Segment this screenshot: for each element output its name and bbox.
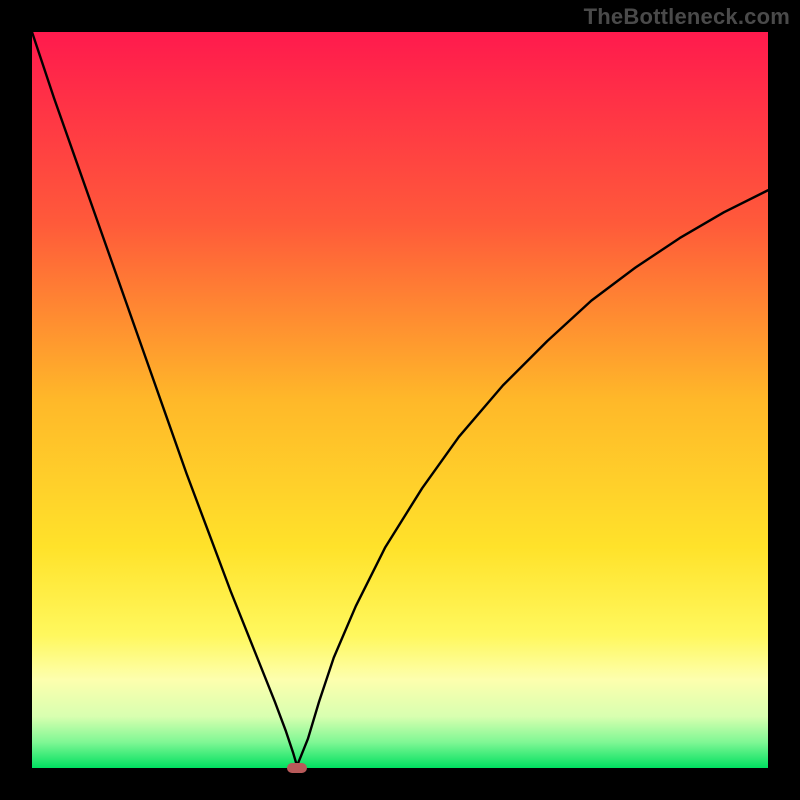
plot-background [32,32,768,768]
outer-frame: TheBottleneck.com [0,0,800,800]
bottleneck-chart [0,0,800,800]
optimal-marker [287,763,307,773]
